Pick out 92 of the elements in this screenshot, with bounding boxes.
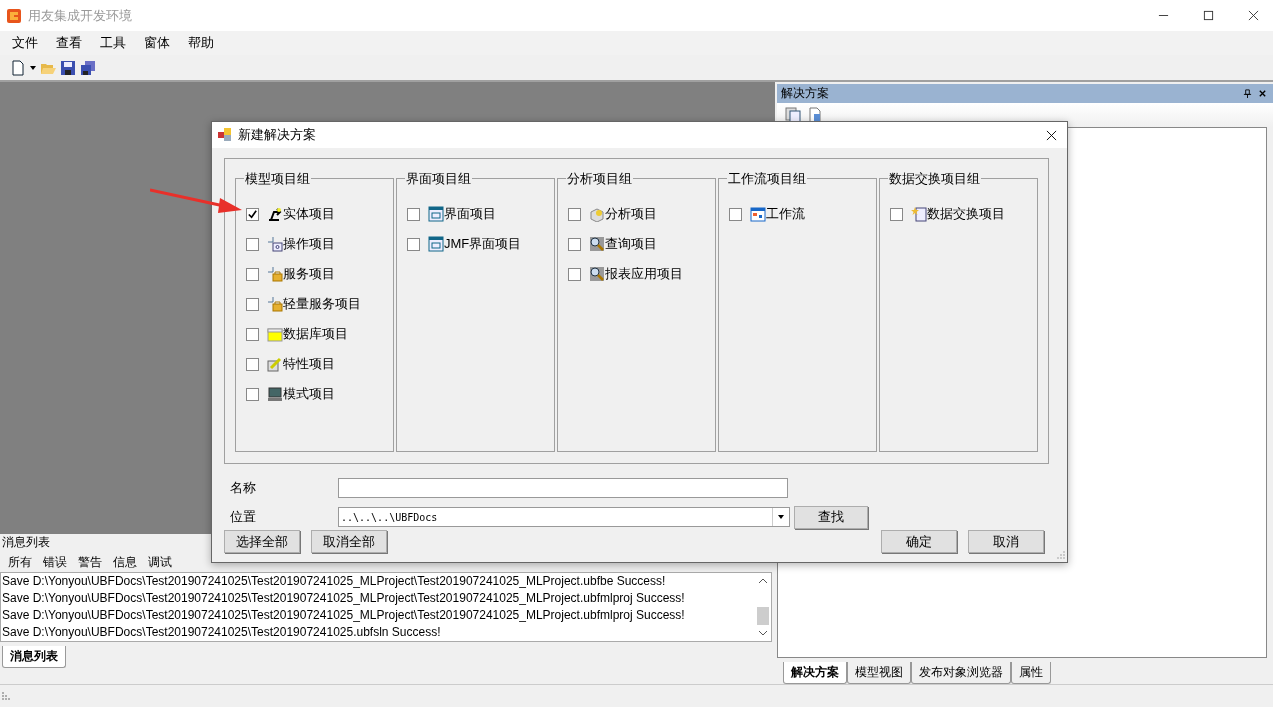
checkbox-label: 服务项目	[283, 265, 335, 283]
field-label: 名称	[229, 479, 257, 497]
caret-icon[interactable]	[778, 515, 784, 519]
checkbox-label: 界面项目	[444, 205, 496, 223]
browse-button[interactable]: 查找	[794, 505, 868, 529]
checkbox[interactable]	[246, 327, 259, 341]
checkbox[interactable]	[407, 207, 420, 221]
window-icon	[428, 236, 444, 252]
checkbox[interactable]	[246, 357, 259, 371]
checkbox-label: 特性项目	[283, 355, 335, 373]
checkbox[interactable]	[246, 297, 259, 311]
window-title: 用友集成开发环境	[28, 6, 132, 25]
checkbox-label: 报表应用项目	[605, 265, 683, 283]
computer-icon	[267, 386, 283, 402]
group-title: 界面项目组	[405, 170, 472, 188]
log-line: Save D:\Yonyou\UBFDocs\Test201907241025\Test201907241025.ubfsln Success!	[1, 624, 442, 641]
checkbox-label: 分析项目	[605, 205, 657, 223]
panel-tab[interactable]: 模型视图	[847, 662, 911, 684]
cancel-button[interactable]: 取消	[968, 530, 1044, 553]
deselect-all-button[interactable]: 取消全部	[311, 530, 387, 553]
star-document-icon	[911, 206, 927, 222]
checkbox-label: 数据库项目	[283, 325, 348, 343]
checkbox-label: 实体项目	[283, 205, 335, 223]
save-all-icon[interactable]	[80, 59, 96, 76]
checkbox[interactable]	[407, 237, 420, 251]
checkbox[interactable]	[568, 207, 581, 221]
pin-icon[interactable]	[1243, 89, 1252, 98]
dropdown-caret-icon[interactable]	[30, 65, 36, 70]
panel-tab[interactable]: 消息列表	[2, 646, 66, 668]
service-icon	[267, 266, 283, 282]
name-input[interactable]	[338, 478, 788, 498]
filter-button[interactable]: 错误	[43, 553, 67, 571]
checkbox[interactable]	[246, 237, 259, 251]
new-file-icon[interactable]	[10, 59, 26, 76]
dialog-logo-icon	[218, 128, 232, 142]
calendar-icon	[750, 206, 766, 222]
menu-item[interactable]: 工具	[100, 34, 126, 52]
checkbox[interactable]	[568, 267, 581, 281]
close-icon[interactable]	[1248, 10, 1259, 21]
panel-tab[interactable]: 发布对象浏览器	[911, 662, 1011, 684]
menu-item[interactable]: 查看	[56, 34, 82, 52]
save-icon[interactable]	[60, 59, 76, 76]
log-line: Save D:\Yonyou\UBFDocs\Test201907241025\Test201907241025_MLProject\Test201907241025_MLProject.ubfmlproj Success!	[1, 607, 686, 624]
dialog-title: 新建解决方案	[238, 126, 316, 144]
window-icon	[428, 206, 444, 222]
cube-icon	[589, 206, 605, 222]
checkbox-label: 数据交换项目	[927, 205, 1005, 223]
group-title: 模型项目组	[244, 170, 311, 188]
maximize-icon[interactable]	[1203, 10, 1214, 21]
resize-grip-icon[interactable]	[1057, 551, 1065, 559]
panel-tab[interactable]: 解决方案	[783, 662, 847, 684]
checkbox[interactable]	[246, 387, 259, 401]
select-all-button[interactable]: 选择全部	[224, 530, 300, 553]
notepad-icon	[267, 356, 283, 372]
checkbox-label: 工作流	[766, 205, 805, 223]
panel-tab[interactable]: 属性	[1011, 662, 1051, 684]
checkbox-label: 模式项目	[283, 385, 335, 403]
close-icon[interactable]	[1258, 89, 1267, 98]
field-label: 位置	[229, 508, 257, 526]
service-icon	[267, 296, 283, 312]
group-title: 工作流项目组	[727, 170, 807, 188]
operation-icon	[267, 236, 283, 252]
panel-title: 解决方案	[781, 85, 829, 102]
filter-button[interactable]: 调试	[148, 553, 172, 571]
filter-button[interactable]: 信息	[113, 553, 137, 571]
menu-item[interactable]: 帮助	[188, 34, 214, 52]
close-icon[interactable]	[1046, 129, 1057, 141]
checkbox[interactable]	[246, 267, 259, 281]
checkbox[interactable]	[246, 207, 259, 221]
checkbox-label: JMF界面项目	[444, 235, 522, 253]
app-logo-icon	[6, 7, 22, 24]
checkbox-label: 查询项目	[605, 235, 657, 253]
filter-button[interactable]: 警告	[78, 553, 102, 571]
magnifier-icon	[589, 266, 605, 282]
menu-item[interactable]: 窗体	[144, 34, 170, 52]
menu-item[interactable]: 文件	[12, 34, 38, 52]
checkbox-label: 操作项目	[283, 235, 335, 253]
location-dropdown[interactable]: ..\..\..\UBFDocs	[338, 507, 790, 527]
database-icon	[267, 326, 283, 342]
magnifier-icon	[589, 236, 605, 252]
grip-icon	[2, 692, 10, 700]
filter-button[interactable]: 所有	[8, 553, 32, 571]
entity-icon	[267, 206, 283, 222]
checkbox[interactable]	[890, 207, 903, 221]
group-title: 数据交换项目组	[888, 170, 981, 188]
checkbox-label: 轻量服务项目	[283, 295, 361, 313]
checkbox[interactable]	[729, 207, 742, 221]
ok-button[interactable]: 确定	[881, 530, 957, 553]
log-line: Save D:\Yonyou\UBFDocs\Test201907241025\Test201907241025_MLProject\Test201907241025_MLProject.ubfmlproj Success!	[1, 590, 686, 607]
group-title: 分析项目组	[566, 170, 633, 188]
log-line: Save D:\Yonyou\UBFDocs\Test201907241025\Test201907241025_MLProject\Test201907241025_MLProject.ubfbe Success!	[1, 573, 667, 590]
checkbox[interactable]	[568, 237, 581, 251]
